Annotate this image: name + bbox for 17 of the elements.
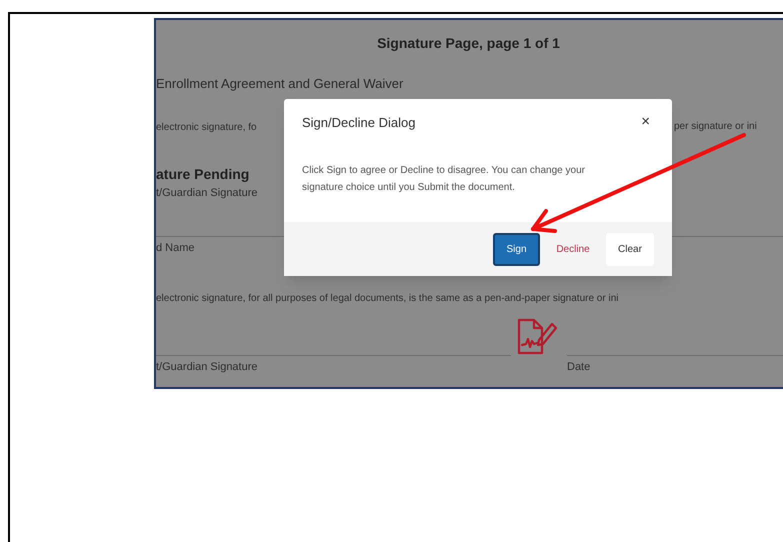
dialog-button[interactable]: Decline	[550, 232, 596, 266]
dialog-button[interactable]: Sign	[493, 232, 540, 266]
signature-document-icon	[517, 318, 557, 355]
date-label: Date	[567, 360, 590, 376]
agreement-title: Enrollment Agreement and General Waiver	[156, 75, 404, 94]
section-heading: ature Pending	[156, 164, 250, 184]
consent-text: electronic signature, for all purposes of legal documents, is the same as a pen-and-paper signature or ini	[156, 292, 618, 306]
name-label: d Name	[156, 241, 195, 256]
dialog-message: Click Sign to agree or Decline to disagree. You can change your signature choice until you Submit the document.	[302, 164, 586, 194]
consent-text: electronic signature, fo	[156, 122, 257, 133]
dialog-title: Sign/Decline Dialog	[302, 114, 416, 132]
close-button[interactable]: ×	[637, 111, 654, 134]
signature-label: t/Guardian Signature	[156, 360, 258, 376]
signature-label: t/Guardian Signature	[156, 186, 258, 201]
dialog-button[interactable]: Clear	[606, 232, 654, 266]
page-title: Signature Page, page 1 of 1	[377, 34, 560, 53]
consent-text: per signature or ini	[674, 120, 757, 134]
